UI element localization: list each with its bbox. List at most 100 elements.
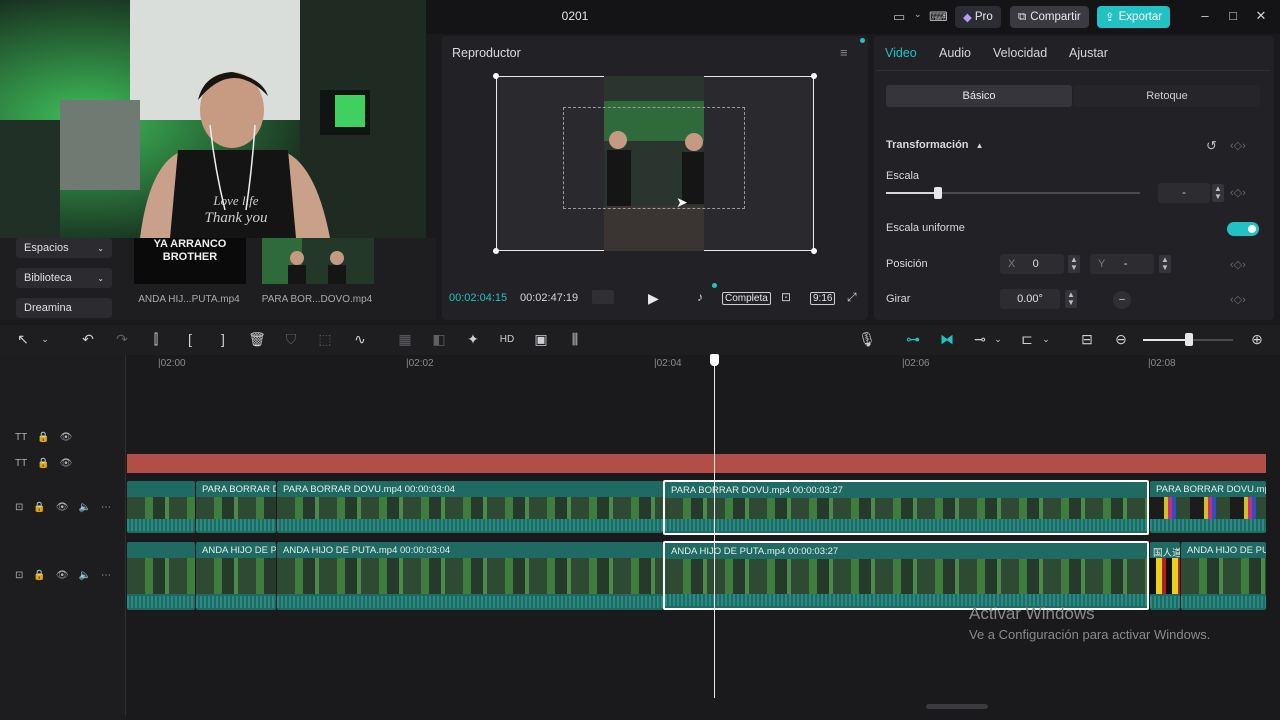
horizontal-scrollbar[interactable]	[926, 704, 988, 709]
tab-speed[interactable]: Velocidad	[993, 46, 1047, 60]
scale-input[interactable]: -	[1158, 183, 1210, 203]
keyframe-icon[interactable]: ‹◇›	[1230, 293, 1246, 306]
select-tool-icon[interactable]: ↖	[13, 331, 33, 348]
waveform-toggle[interactable]	[592, 290, 614, 304]
lock-icon[interactable]: 🔒	[37, 432, 49, 443]
position-x-stepper[interactable]: ▲ ▼	[1068, 255, 1080, 273]
eye-icon[interactable]: 👁	[60, 432, 73, 443]
video-clip[interactable]: ANDA HIJO DE PUTA.mp4 00:00:03:04	[277, 542, 663, 610]
resize-handle[interactable]	[811, 248, 817, 254]
lock-icon[interactable]: 🔒	[33, 570, 45, 581]
playhead[interactable]	[714, 362, 715, 698]
resize-handle[interactable]	[811, 73, 817, 79]
more-icon[interactable]: ⋯	[101, 502, 111, 513]
keyframe-icon[interactable]: ‹◇›	[1230, 186, 1246, 199]
minimize-icon[interactable]: –	[1196, 8, 1214, 23]
rotate-stepper[interactable]: ▲ ▼	[1065, 290, 1077, 308]
menu-icon[interactable]: ≡	[840, 45, 848, 60]
position-y-input[interactable]: Y -	[1090, 254, 1154, 274]
hd-icon[interactable]: HD	[497, 334, 517, 345]
scale-stepper[interactable]: ▲ ▼	[1212, 184, 1224, 202]
trim-right-icon[interactable]: ]	[213, 331, 233, 347]
curve-icon[interactable]: ∿	[350, 331, 370, 348]
play-button[interactable]: ▶	[648, 290, 659, 307]
speaker-icon[interactable]: 🔈	[79, 570, 91, 581]
microphone-icon[interactable]: 🎙	[857, 331, 877, 348]
ratio-select[interactable]: 9:16	[810, 292, 836, 305]
tab-audio[interactable]: Audio	[939, 46, 971, 60]
tiktok-icon[interactable]: ♪	[697, 290, 703, 304]
timeline-area[interactable]	[0, 355, 1280, 720]
zoom-in-icon[interactable]: ⊕	[1247, 331, 1267, 348]
video-clip[interactable]	[127, 542, 195, 610]
transform-heading[interactable]: Transformación ▲	[886, 139, 984, 151]
selected-video-clip[interactable]: PARA BORRAR DOVU.mp4 00:00:03:27	[663, 480, 1149, 535]
eye-icon[interactable]: 👁	[60, 458, 73, 469]
image-icon[interactable]: ▣	[531, 331, 551, 348]
chevron-down-icon[interactable]: ⌄	[1036, 334, 1056, 345]
pro-button[interactable]: ◆ Pro	[955, 6, 1001, 28]
subtab-basic[interactable]: Básico	[886, 85, 1072, 107]
video-clip[interactable]: PARA BORRAR DOVU.mp4 00:00:03:04	[277, 481, 663, 533]
magnet-icon[interactable]: ⧓	[937, 331, 957, 348]
preview-axis-icon[interactable]: ⊏	[1017, 331, 1037, 348]
tab-video[interactable]: Video	[885, 46, 917, 60]
monitor-icon[interactable]: ⊟	[1077, 331, 1097, 348]
eye-icon[interactable]: 👁	[56, 570, 69, 581]
magic-wand-icon[interactable]: ✦	[463, 331, 483, 348]
maximize-icon[interactable]: □	[1224, 8, 1242, 23]
uniform-scale-toggle[interactable]	[1227, 222, 1259, 236]
media-thumb-2[interactable]	[262, 238, 374, 284]
rotate-dial[interactable]: –	[1113, 291, 1131, 309]
quality-select[interactable]: Completa	[722, 292, 771, 305]
video-clip[interactable]: 国人道	[1150, 542, 1180, 610]
lock-icon[interactable]: 🔒	[33, 502, 45, 513]
link-clips-icon[interactable]: ⊶	[903, 331, 923, 348]
chevron-down-icon[interactable]: ⌄	[35, 334, 55, 345]
close-icon[interactable]: ✕	[1252, 8, 1270, 24]
keyframe-icon[interactable]: ‹◇›	[1230, 139, 1246, 152]
nav-dreamina[interactable]: Dreamina	[16, 298, 112, 318]
snapshot-icon[interactable]: ⊡	[781, 290, 791, 304]
video-clip[interactable]	[127, 481, 195, 533]
text-clip[interactable]	[127, 454, 1266, 473]
undo-icon[interactable]: ↶	[78, 331, 98, 348]
scale-slider-knob[interactable]	[934, 187, 942, 199]
chevron-down-icon[interactable]: ⌄	[914, 9, 922, 20]
video-clip[interactable]: PARA BORRAR DOVU.mp4	[1150, 481, 1266, 533]
delete-icon[interactable]: 🗑	[247, 331, 267, 348]
tab-adjust[interactable]: Ajustar	[1069, 46, 1108, 60]
nav-spaces[interactable]: Espacios ⌄	[16, 238, 112, 258]
nav-library[interactable]: Biblioteca ⌄	[16, 268, 112, 288]
reset-icon[interactable]: ↺	[1206, 138, 1217, 154]
more-icon[interactable]: ⋯	[101, 570, 111, 581]
playhead-handle[interactable]	[710, 354, 719, 366]
fullscreen-icon[interactable]: ⤢	[847, 290, 857, 305]
position-x-input[interactable]: X 0	[1000, 254, 1064, 274]
selected-video-clip[interactable]: ANDA HIJO DE PUTA.mp4 00:00:03:27	[663, 541, 1149, 610]
keyframe-icon[interactable]: ‹◇›	[1230, 258, 1246, 271]
audio-split-icon[interactable]: ⫼	[565, 331, 585, 348]
resize-handle[interactable]	[493, 73, 499, 79]
zoom-slider-knob[interactable]	[1185, 333, 1193, 346]
eye-icon[interactable]: 👁	[56, 502, 69, 513]
rotate-input[interactable]: 0.00°	[1000, 289, 1060, 309]
export-button[interactable]: ⇪ Exportar	[1097, 6, 1171, 28]
video-clip[interactable]: PARA BORRAR DO	[196, 481, 276, 533]
link-icon[interactable]: ⊸	[970, 331, 990, 348]
share-button[interactable]: ⧉ Compartir	[1010, 6, 1089, 28]
lock-icon[interactable]: 🔒	[37, 458, 49, 469]
resize-handle[interactable]	[493, 248, 499, 254]
video-clip[interactable]: ANDA HIJO DE PU	[1181, 542, 1266, 610]
shortcuts-icon[interactable]: ⌨	[929, 9, 948, 25]
chevron-down-icon[interactable]: ⌄	[988, 334, 1008, 345]
layout-icon[interactable]: ▭	[893, 9, 905, 25]
zoom-out-icon[interactable]: ⊖	[1111, 331, 1131, 348]
video-clip[interactable]: ANDA HIJO DE PU	[196, 542, 276, 610]
split-icon[interactable]: ⫿	[146, 331, 166, 348]
speaker-icon[interactable]: 🔈	[79, 502, 91, 513]
position-y-stepper[interactable]: ▲ ▼	[1159, 255, 1171, 273]
subtab-retouch[interactable]: Retoque	[1074, 85, 1260, 107]
media-thumb-1[interactable]: YA ARRANCO BROTHER	[134, 238, 246, 284]
trim-left-icon[interactable]: [	[180, 331, 200, 347]
